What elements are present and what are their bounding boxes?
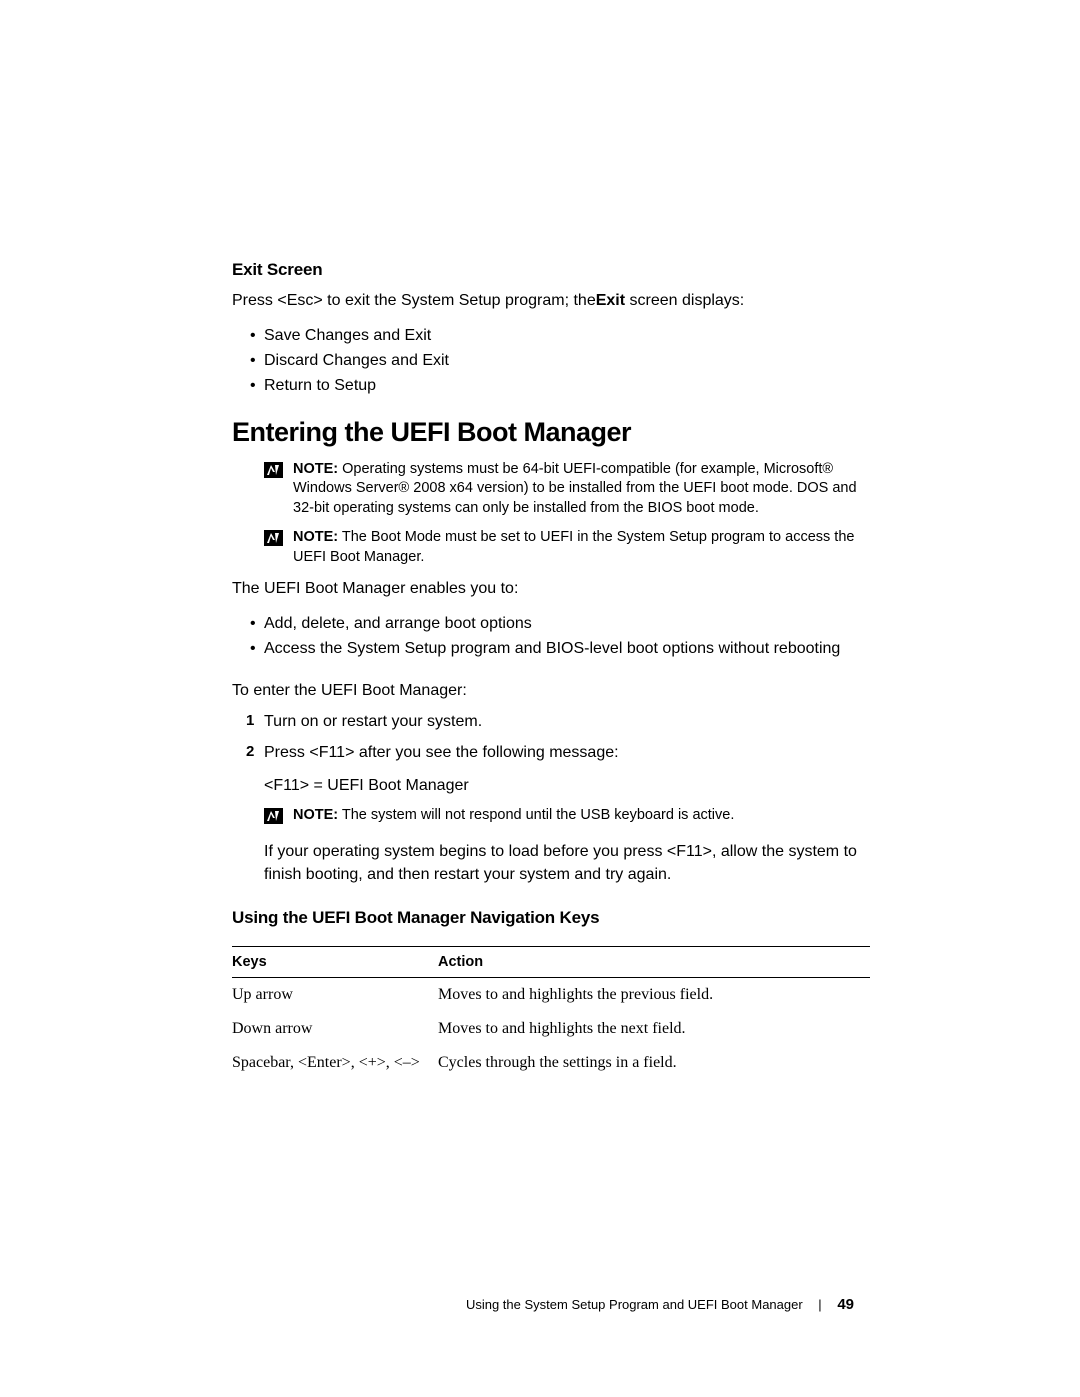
exit-intro: Press <Esc> to exit the System Setup pro… xyxy=(232,290,870,312)
note-body: Operating systems must be 64-bit UEFI-co… xyxy=(293,461,857,516)
page-footer: Using the System Setup Program and UEFI … xyxy=(0,1296,1080,1313)
note-block: NOTE: Operating systems must be 64-bit U… xyxy=(264,460,870,519)
step-number: 2 xyxy=(246,741,254,763)
note-block: NOTE: The Boot Mode must be set to UEFI … xyxy=(264,528,870,567)
nav-keys-table: Keys Action Up arrow Moves to and highli… xyxy=(232,946,870,1079)
table-row: Up arrow Moves to and highlights the pre… xyxy=(232,978,870,1012)
note-text: NOTE: The Boot Mode must be set to UEFI … xyxy=(293,528,870,567)
step-text: Turn on or restart your system. xyxy=(264,713,482,730)
step: 1 Turn on or restart your system. xyxy=(232,710,870,733)
uefi-enables: The UEFI Boot Manager enables you to: xyxy=(232,578,870,600)
col-keys: Keys xyxy=(232,947,438,978)
list-item: Return to Setup xyxy=(232,374,870,399)
uefi-toenter: To enter the UEFI Boot Manager: xyxy=(232,680,870,702)
nav-keys-heading: Using the UEFI Boot Manager Navigation K… xyxy=(232,908,870,928)
note-body: The Boot Mode must be set to UEFI in the… xyxy=(293,529,854,565)
note-text: NOTE: The system will not respond until … xyxy=(293,806,870,826)
cell-key: Up arrow xyxy=(232,978,438,1012)
note-block: NOTE: The system will not respond until … xyxy=(264,806,870,831)
cell-action: Moves to and highlights the previous fie… xyxy=(438,978,870,1012)
col-action: Action xyxy=(438,947,870,978)
footer-title: Using the System Setup Program and UEFI … xyxy=(466,1297,803,1312)
cell-action: Moves to and highlights the next field. xyxy=(438,1012,870,1046)
note-body: The system will not respond until the US… xyxy=(338,807,734,823)
exit-options-list: Save Changes and Exit Discard Changes an… xyxy=(232,324,870,398)
table-row: Spacebar, <Enter>, <+>, <–> Cycles throu… xyxy=(232,1046,870,1080)
note-icon xyxy=(264,462,283,485)
cell-key: Spacebar, <Enter>, <+>, <–> xyxy=(232,1046,438,1080)
exit-intro-b: Exit xyxy=(596,292,625,309)
note-icon xyxy=(264,808,283,831)
note-text: NOTE: Operating systems must be 64-bit U… xyxy=(293,460,870,519)
step-text: Press <F11> after you see the following … xyxy=(264,744,619,761)
exit-screen-heading: Exit Screen xyxy=(232,260,870,280)
exit-intro-a: Press <Esc> to exit the System Setup pro… xyxy=(232,292,596,309)
step: 2 Press <F11> after you see the followin… xyxy=(232,741,870,886)
uefi-heading: Entering the UEFI Boot Manager xyxy=(232,417,870,448)
list-item: Access the System Setup program and BIOS… xyxy=(232,637,870,662)
exit-intro-c: screen displays: xyxy=(625,292,744,309)
step-after: If your operating system begins to load … xyxy=(264,840,870,886)
note-label: NOTE: xyxy=(293,461,338,477)
step-number: 1 xyxy=(246,710,254,732)
cell-action: Cycles through the settings in a field. xyxy=(438,1046,870,1080)
page-number: 49 xyxy=(837,1296,854,1313)
cell-key: Down arrow xyxy=(232,1012,438,1046)
uefi-bullets: Add, delete, and arrange boot options Ac… xyxy=(232,612,870,662)
footer-separator: | xyxy=(818,1297,821,1312)
note-label: NOTE: xyxy=(293,807,338,823)
table-row: Down arrow Moves to and highlights the n… xyxy=(232,1012,870,1046)
note-icon xyxy=(264,530,283,553)
note-label: NOTE: xyxy=(293,529,338,545)
list-item: Discard Changes and Exit xyxy=(232,349,870,374)
list-item: Add, delete, and arrange boot options xyxy=(232,612,870,637)
list-item: Save Changes and Exit xyxy=(232,324,870,349)
step-message: <F11> = UEFI Boot Manager xyxy=(264,774,870,797)
numbered-steps: 1 Turn on or restart your system. 2 Pres… xyxy=(232,710,870,887)
